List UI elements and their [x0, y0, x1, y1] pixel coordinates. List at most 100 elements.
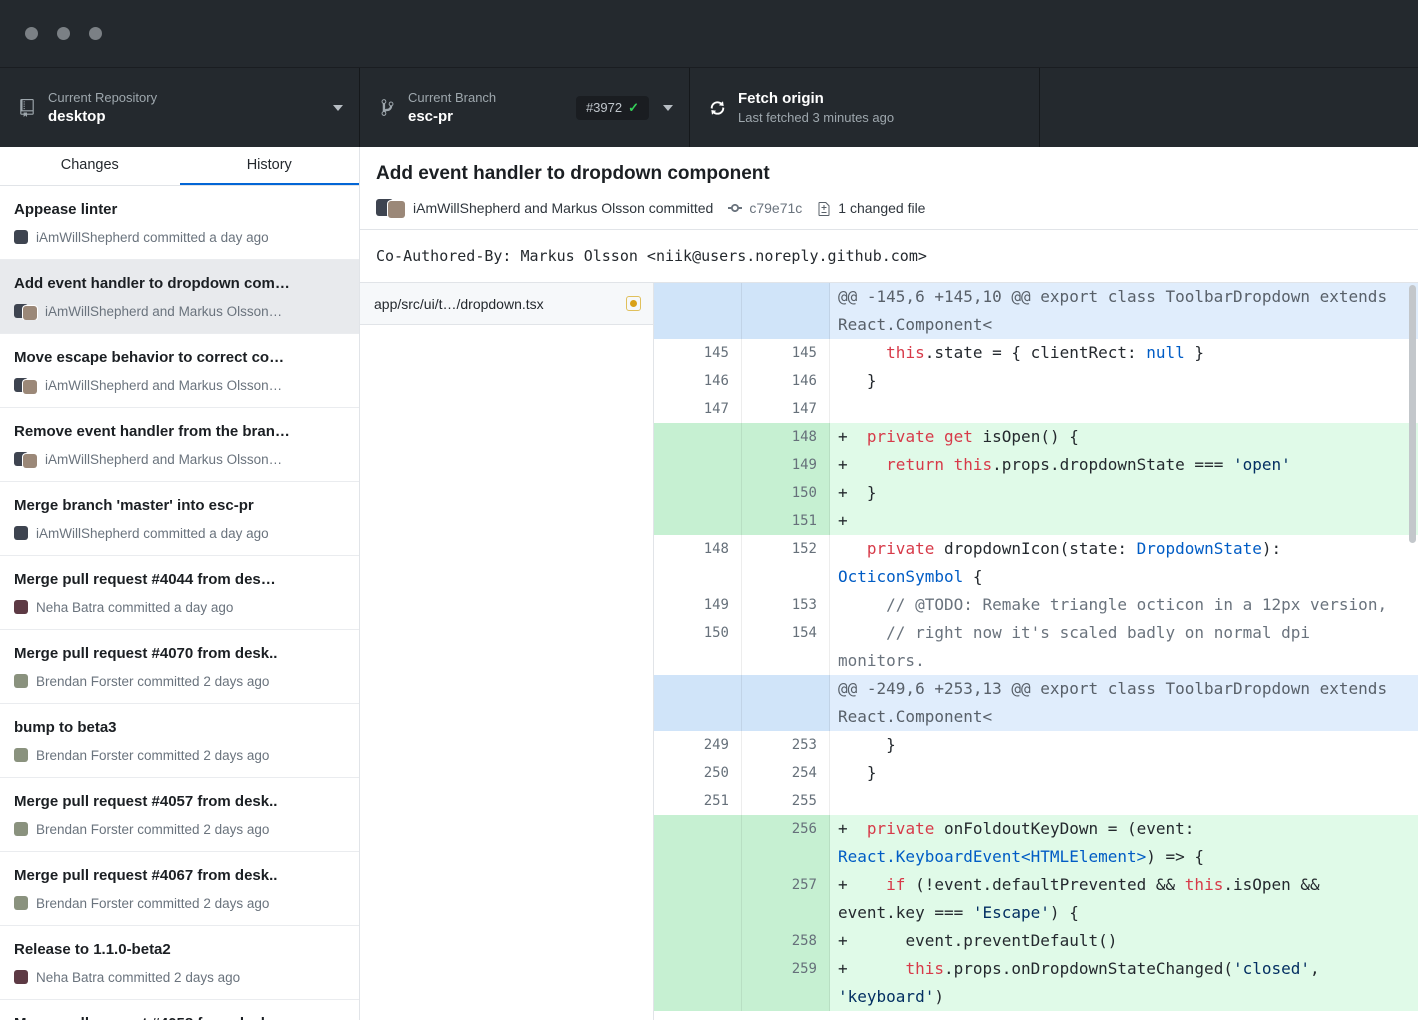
diff-old-line-number: 145: [654, 339, 742, 367]
sidebar: Changes History Appease linteriAmWillShe…: [0, 147, 360, 1020]
commit-list-item[interactable]: Release to 1.1.0-beta2Neha Batra committ…: [0, 926, 359, 1000]
file-list-item[interactable]: app/src/ui/t…/dropdown.tsx: [360, 283, 653, 325]
diff-code: // right now it's scaled badly on normal…: [830, 619, 1418, 675]
commit-list-item-byline: iAmWillShepherd committed a day ago: [36, 526, 269, 541]
avatar-group: [14, 674, 28, 688]
commit-list-item-title: bump to beta3: [14, 718, 345, 738]
pr-badge: #3972 ✓: [576, 96, 649, 120]
repo-icon: [16, 99, 38, 117]
current-branch-name: esc-pr: [408, 108, 496, 125]
diff-code-text: @@ -249,6 +253,13 @@ export class Toolba…: [838, 675, 1399, 731]
diff-row: 150154 // right now it's scaled badly on…: [654, 619, 1418, 675]
commit-list-item-meta: iAmWillShepherd and Markus Olsson…: [14, 376, 345, 394]
diff-code-text: + }: [838, 479, 1399, 507]
diff-code: + private onFoldoutKeyDown = (event: Rea…: [830, 815, 1418, 871]
tab-changes[interactable]: Changes: [0, 147, 180, 185]
diff-code-text: private dropdownIcon(state: DropdownStat…: [838, 535, 1399, 591]
commit-list-item[interactable]: Remove event handler from the bran…iAmWi…: [0, 408, 359, 482]
modified-dot-icon: [630, 300, 637, 307]
diff-new-line-number: 154: [742, 619, 830, 675]
commit-list-item[interactable]: Add event handler to dropdown com… iAmWil…: [0, 260, 359, 334]
current-repository-button[interactable]: Current Repository desktop: [0, 68, 360, 147]
diff-new-line-number: 254: [742, 759, 830, 787]
diff-row: 149+ return this.props.dropdownState ===…: [654, 451, 1418, 479]
current-branch-button[interactable]: Current Branch esc-pr #3972 ✓: [360, 68, 690, 147]
commit-list-item-meta: iAmWillShepherd and Markus Olsson…: [14, 450, 345, 468]
commit-list-item-meta: Neha Batra committed 2 days ago: [14, 968, 345, 986]
diff-rows: @@ -145,6 +145,10 @@ export class Toolba…: [654, 283, 1418, 1011]
diff-new-line-number: [742, 675, 830, 731]
diff-new-line-number: 255: [742, 787, 830, 815]
commit-list-item-meta: Brendan Forster committed 2 days ago: [14, 894, 345, 912]
commit-list-item[interactable]: Merge pull request #4070 from desk..Bren…: [0, 630, 359, 704]
commit-list-item[interactable]: Move escape behavior to correct co…iAmWi…: [0, 334, 359, 408]
commit-list-item-meta: Brendan Forster committed 2 days ago: [14, 746, 345, 764]
avatar-group: [14, 378, 37, 392]
diff-code: [830, 787, 1418, 815]
diff-row: 256+ private onFoldoutKeyDown = (event: …: [654, 815, 1418, 871]
pr-number: #3972: [586, 100, 622, 115]
commit-list-item[interactable]: bump to beta3 Brendan Forster committed 2…: [0, 704, 359, 778]
commit-avatars: [376, 199, 405, 216]
tab-history[interactable]: History: [180, 147, 360, 185]
diff-old-line-number: [654, 283, 742, 339]
avatar: [14, 674, 28, 688]
diff-code: @@ -145,6 +145,10 @@ export class Toolba…: [830, 283, 1418, 339]
commit-byline: iAmWillShepherd and Markus Olsson commit…: [413, 200, 713, 216]
avatar: [14, 896, 28, 910]
commit-list-item-title: Add event handler to dropdown com…: [14, 274, 345, 294]
diff-row: 148152 private dropdownIcon(state: Dropd…: [654, 535, 1418, 591]
commit-list-item-byline: iAmWillShepherd and Markus Olsson…: [45, 304, 282, 319]
minimize-button[interactable]: [57, 27, 70, 40]
diff-code-text: @@ -145,6 +145,10 @@ export class Toolba…: [838, 283, 1399, 339]
diff-old-line-number: 148: [654, 535, 742, 591]
diff-new-line-number: [742, 283, 830, 339]
diff-code: // @TODO: Remake triangle octicon in a 1…: [830, 591, 1418, 619]
diff-new-line-number: 153: [742, 591, 830, 619]
diff-row: @@ -249,6 +253,13 @@ export class Toolba…: [654, 675, 1418, 731]
diff-code: private dropdownIcon(state: DropdownStat…: [830, 535, 1418, 591]
diff-code-text: + if (!event.defaultPrevented && this.is…: [838, 871, 1399, 927]
diff-new-line-number: 256: [742, 815, 830, 871]
commit-list-item[interactable]: Merge pull request #4067 from desk.. Bren…: [0, 852, 359, 926]
diff-old-line-number: [654, 451, 742, 479]
diff-code: }: [830, 759, 1418, 787]
diff-new-line-number: 258: [742, 927, 830, 955]
current-repository-label: Current Repository: [48, 90, 157, 105]
diff-code-text: }: [838, 731, 1399, 759]
close-button[interactable]: [25, 27, 38, 40]
diff-icon: [818, 200, 832, 216]
diff-old-line-number: [654, 955, 742, 1011]
commit-list-item-title: Merge pull request #4067 from desk..: [14, 866, 345, 886]
commit-list-item[interactable]: Merge pull request #4057 from desk..Bren…: [0, 778, 359, 852]
avatar-group: [14, 600, 28, 614]
diff-row: 151+: [654, 507, 1418, 535]
commit-list-item-byline: Brendan Forster committed 2 days ago: [36, 896, 269, 911]
scrollbar-thumb[interactable]: [1409, 285, 1416, 543]
diff-old-line-number: [654, 927, 742, 955]
avatar: [23, 454, 37, 468]
avatar-group: [14, 896, 28, 910]
diff-code: +: [830, 507, 1418, 535]
diff-new-line-number: 145: [742, 339, 830, 367]
history-detail-pane: Add event handler to dropdown component …: [360, 147, 1418, 1020]
zoom-button[interactable]: [89, 27, 102, 40]
commit-list-item[interactable]: Merge pull request #4044 from des…Neha B…: [0, 556, 359, 630]
commit-list-item[interactable]: Appease linteriAmWillShepherd committed …: [0, 186, 359, 260]
commit-list-item[interactable]: Merge branch 'master' into esc-priAmWill…: [0, 482, 359, 556]
diff-row: 249253 }: [654, 731, 1418, 759]
diff-old-line-number: [654, 479, 742, 507]
sidebar-tabs: Changes History: [0, 147, 359, 186]
fetch-origin-button[interactable]: Fetch origin Last fetched 3 minutes ago: [690, 68, 1040, 147]
avatar-group: [14, 822, 28, 836]
diff-new-line-number: 148: [742, 423, 830, 451]
fetch-origin-label: Fetch origin: [738, 90, 894, 107]
diff-code: this.state = { clientRect: null }: [830, 339, 1418, 367]
diff-row: 148+ private get isOpen() {: [654, 423, 1418, 451]
diff-code-text: [838, 787, 1399, 815]
diff-old-line-number: [654, 815, 742, 871]
diff-view: @@ -145,6 +145,10 @@ export class Toolba…: [654, 283, 1418, 1020]
commit-list-item[interactable]: Merge pull request #4058 from desk..: [0, 1000, 359, 1020]
github-desktop-window: Current Repository desktop Current Branc…: [0, 0, 1418, 1020]
titlebar: [0, 0, 1418, 68]
